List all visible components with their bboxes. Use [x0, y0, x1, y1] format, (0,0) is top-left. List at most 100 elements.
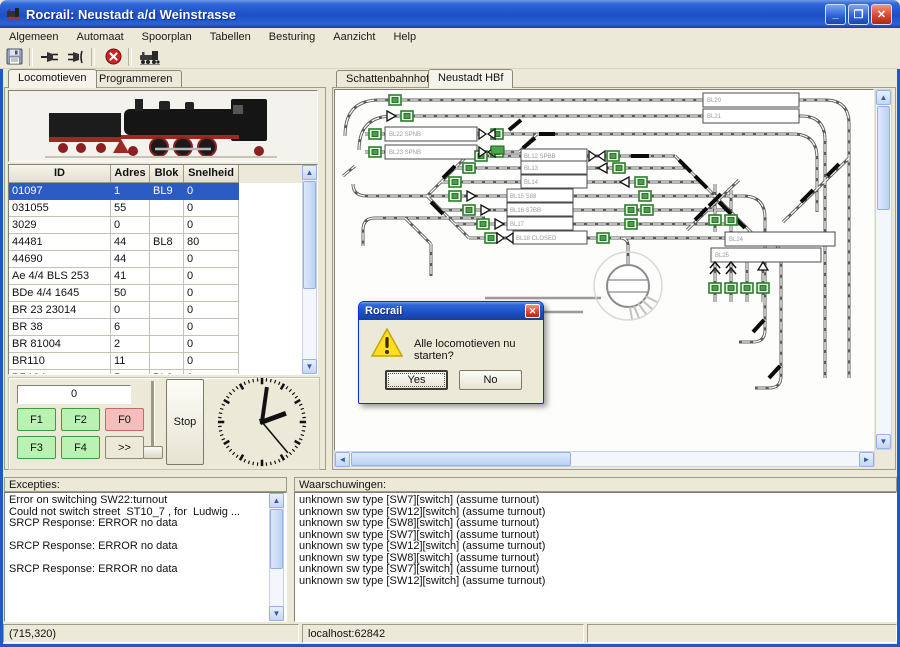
- window-border-left: [0, 20, 3, 647]
- table-cell: [150, 285, 184, 302]
- block-label: BL15 S88: [510, 194, 537, 200]
- speed-slider-handle[interactable]: [143, 446, 163, 459]
- table-row[interactable]: BR 23 2301400: [9, 302, 317, 319]
- menu-item-spoorplan[interactable]: Spoorplan: [133, 30, 201, 44]
- table-scrollbar[interactable]: ▲ ▼: [302, 165, 317, 374]
- plan-hscrollbar[interactable]: ◄ ►: [334, 451, 875, 467]
- maximize-button[interactable]: ❐: [848, 4, 869, 25]
- table-cell: [150, 336, 184, 353]
- scroll-down-icon[interactable]: ▼: [302, 359, 317, 374]
- scrollbar-thumb[interactable]: [270, 509, 283, 569]
- table-cell: BL6: [150, 370, 184, 375]
- column-header-adres[interactable]: Adres: [111, 165, 150, 183]
- scroll-right-icon[interactable]: ►: [859, 452, 874, 467]
- loco-occupancy-marker: [491, 146, 504, 154]
- scroll-up-icon[interactable]: ▲: [876, 90, 891, 105]
- menu-item-automaat[interactable]: Automaat: [68, 30, 133, 44]
- fn-button-f4[interactable]: F4: [61, 436, 100, 459]
- table-cell: [150, 353, 184, 370]
- table-cell: BR 38: [9, 319, 111, 336]
- scroll-left-icon[interactable]: ◄: [335, 452, 350, 467]
- table-row[interactable]: BR 8100420: [9, 336, 317, 353]
- exception-line: SRCP Response: ERROR no data: [9, 541, 286, 553]
- menu-item-help[interactable]: Help: [384, 30, 425, 44]
- warning-icon: [371, 328, 403, 358]
- table-cell: 01097: [9, 183, 111, 200]
- table-cell: 0: [184, 183, 239, 200]
- minimize-button[interactable]: _: [825, 4, 846, 25]
- fn-button-f2[interactable]: F2: [61, 408, 100, 431]
- warning-line: unknown sw type [SW8][switch] (assume tu…: [299, 518, 896, 530]
- toolbar-separator: [91, 48, 95, 66]
- column-header-snelheid[interactable]: Snelheid: [184, 165, 239, 183]
- scrollbar-thumb[interactable]: [303, 181, 316, 289]
- column-header-id[interactable]: ID: [9, 165, 111, 183]
- table-row[interactable]: BR110110: [9, 353, 317, 370]
- table-cell: 0: [184, 285, 239, 302]
- tab-locomotieven[interactable]: Locomotieven: [8, 69, 97, 88]
- menu-item-aanzicht[interactable]: Aanzicht: [324, 30, 384, 44]
- tab-programmeren[interactable]: Programmeren: [89, 70, 182, 88]
- table-cell: 0: [184, 302, 239, 319]
- block-label: BL18 CLOSED: [516, 236, 557, 242]
- save-button[interactable]: [3, 47, 25, 67]
- block-label: BL24: [729, 237, 744, 243]
- table-cell: 80: [184, 234, 239, 251]
- power-connect-button[interactable]: [40, 47, 62, 67]
- app-train-icon: [6, 6, 22, 22]
- emergency-stop-icon: [105, 48, 122, 65]
- locomotive-photo: [8, 90, 318, 162]
- table-cell: 44690: [9, 251, 111, 268]
- scroll-up-icon[interactable]: ▲: [269, 493, 284, 508]
- emergency-stop-button[interactable]: [102, 47, 124, 67]
- table-cell: 0: [111, 217, 150, 234]
- excepties-label: Excepties:: [4, 477, 287, 492]
- warning-line: unknown sw type [SW7][switch] (assume tu…: [299, 564, 896, 576]
- locomotive-button[interactable]: [139, 47, 161, 67]
- scroll-down-icon[interactable]: ▼: [876, 434, 891, 449]
- tab-neustadt-hbf[interactable]: Neustadt HBf: [428, 69, 513, 88]
- table-row[interactable]: BDe 4/4 1645500: [9, 285, 317, 302]
- no-button[interactable]: No: [459, 370, 522, 390]
- tab-schattenbahnhof[interactable]: Schattenbahnhof: [336, 70, 439, 88]
- table-row[interactable]: Ae 4/4 BLS 253410: [9, 268, 317, 285]
- power-disconnect-button[interactable]: [65, 47, 87, 67]
- waarschuwingen-panel[interactable]: unknown sw type [SW7][switch] (assume tu…: [294, 492, 897, 622]
- table-row[interactable]: 4448144BL880: [9, 234, 317, 251]
- locomotive-table[interactable]: IDAdresBlokSnelheid 010971BL900310555503…: [8, 164, 318, 375]
- menu-item-tabellen[interactable]: Tabellen: [201, 30, 260, 44]
- close-button[interactable]: ✕: [871, 4, 892, 25]
- table-cell: 11: [111, 353, 150, 370]
- table-row[interactable]: 010971BL90: [9, 183, 317, 200]
- dialog-close-icon[interactable]: ✕: [525, 304, 540, 318]
- dialog-titlebar[interactable]: Rocrail: [359, 302, 543, 320]
- stop-button[interactable]: Stop: [166, 379, 204, 465]
- titlebar[interactable]: Rocrail: Neustadt a/d Weinstrasse _ ❐ ✕: [0, 0, 900, 28]
- plan-vscrollbar[interactable]: ▲ ▼: [875, 89, 892, 450]
- table-cell: [150, 268, 184, 285]
- table-row[interactable]: BR 3860: [9, 319, 317, 336]
- yes-button[interactable]: Yes: [385, 370, 448, 390]
- scrollbar-thumb[interactable]: [877, 106, 890, 210]
- table-row[interactable]: 44690440: [9, 251, 317, 268]
- excepties-scrollbar[interactable]: ▲ ▼: [269, 493, 284, 621]
- fn-button-more[interactable]: >>: [105, 436, 144, 459]
- speed-display[interactable]: 0: [17, 385, 131, 404]
- scroll-down-icon[interactable]: ▼: [269, 606, 284, 621]
- table-row[interactable]: 302900: [9, 217, 317, 234]
- menu-item-besturing[interactable]: Besturing: [260, 30, 324, 44]
- column-header-blok[interactable]: Blok: [150, 165, 184, 183]
- menu-item-algemeen[interactable]: Algemeen: [0, 30, 68, 44]
- fn-button-f3[interactable]: F3: [17, 436, 56, 459]
- scroll-up-icon[interactable]: ▲: [302, 165, 317, 180]
- excepties-panel[interactable]: Error on switching SW22:turnoutCould not…: [4, 492, 287, 622]
- scrollbar-thumb[interactable]: [351, 452, 571, 466]
- fn-button-f0[interactable]: F0: [105, 408, 144, 431]
- block-label: BL13: [524, 166, 539, 172]
- fn-button-f1[interactable]: F1: [17, 408, 56, 431]
- exception-line: SRCP Response: ERROR no data: [9, 518, 286, 530]
- table-cell: Ae 4/4 BLS 253: [9, 268, 111, 285]
- speed-slider-track[interactable]: [151, 381, 155, 453]
- power-connect-icon: [41, 49, 61, 65]
- table-row[interactable]: 031055550: [9, 200, 317, 217]
